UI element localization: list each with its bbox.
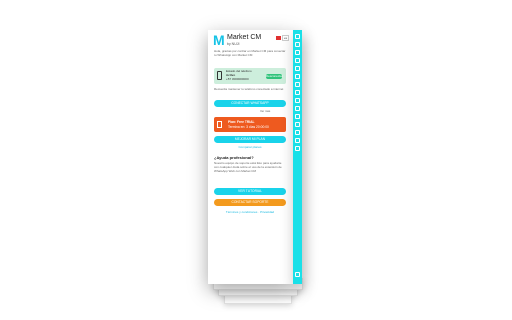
star-icon[interactable] xyxy=(295,138,300,143)
chevron-icon[interactable] xyxy=(295,34,300,39)
report-icon[interactable] xyxy=(295,98,300,103)
note-text: Recuerda mantener tu teléfono conectado … xyxy=(214,87,284,91)
wifi-icon[interactable] xyxy=(295,272,300,277)
send-icon[interactable] xyxy=(295,82,300,87)
plan-label: Plan: Free TRIAL xyxy=(228,120,255,124)
connection-card: Estado del teléfono Activo +57 300000000… xyxy=(214,68,286,84)
help-title: ¿Ayuda profesional? xyxy=(214,155,254,160)
chat-icon[interactable] xyxy=(295,58,300,63)
connection-number: +57 3000000000 xyxy=(226,77,249,81)
connect-whatsapp-button[interactable]: CONECTAR WHATSAPP xyxy=(214,100,286,107)
intro-text: Hola, gracias por confiar en Market CM p… xyxy=(214,49,286,57)
list-icon[interactable] xyxy=(295,106,300,111)
bell-icon[interactable] xyxy=(295,122,300,127)
gear-icon[interactable] xyxy=(295,50,300,55)
contacts-icon[interactable] xyxy=(295,66,300,71)
flag-icon[interactable] xyxy=(276,36,281,40)
panel-header: M Market CM by NUJI es xyxy=(213,33,291,47)
language-select[interactable]: es xyxy=(282,35,290,41)
upgrade-plan-button[interactable]: MEJORAR MI PLAN xyxy=(214,136,286,143)
help-body: Nuestro equipo de soporte está listo par… xyxy=(214,161,282,173)
sidebar-rail xyxy=(293,30,302,284)
app-logo: M xyxy=(213,32,225,48)
phone-icon xyxy=(217,71,222,80)
extension-panel: M Market CM by NUJI es Hola, gracias por… xyxy=(208,30,293,284)
tutorial-button[interactable]: VER TUTORIAL xyxy=(214,188,286,195)
home-icon[interactable] xyxy=(295,42,300,47)
compare-plans-link[interactable]: Comparar planes xyxy=(214,145,286,149)
calendar-icon[interactable] xyxy=(295,90,300,95)
info-icon[interactable] xyxy=(295,146,300,151)
app-title: Market CM xyxy=(227,34,262,41)
plan-card: Plan: Free TRIAL Termina en: 3 días 20:0… xyxy=(214,117,286,132)
tag-icon[interactable] xyxy=(295,74,300,79)
contact-support-button[interactable]: CONTACTAR SOPORTE xyxy=(214,199,286,206)
plan-expiry: Termina en: 3 días 20:00:00 xyxy=(228,125,269,129)
see-more-link[interactable]: Ver más xyxy=(260,109,270,113)
grid-icon[interactable] xyxy=(295,114,300,119)
disconnect-button[interactable]: Desconectar xyxy=(266,74,283,79)
help-icon[interactable] xyxy=(295,130,300,135)
hourglass-icon xyxy=(217,121,222,128)
app-subtitle: by NUJI xyxy=(227,42,240,46)
footer-link[interactable]: Términos y condiciones · Privacidad xyxy=(214,210,286,214)
